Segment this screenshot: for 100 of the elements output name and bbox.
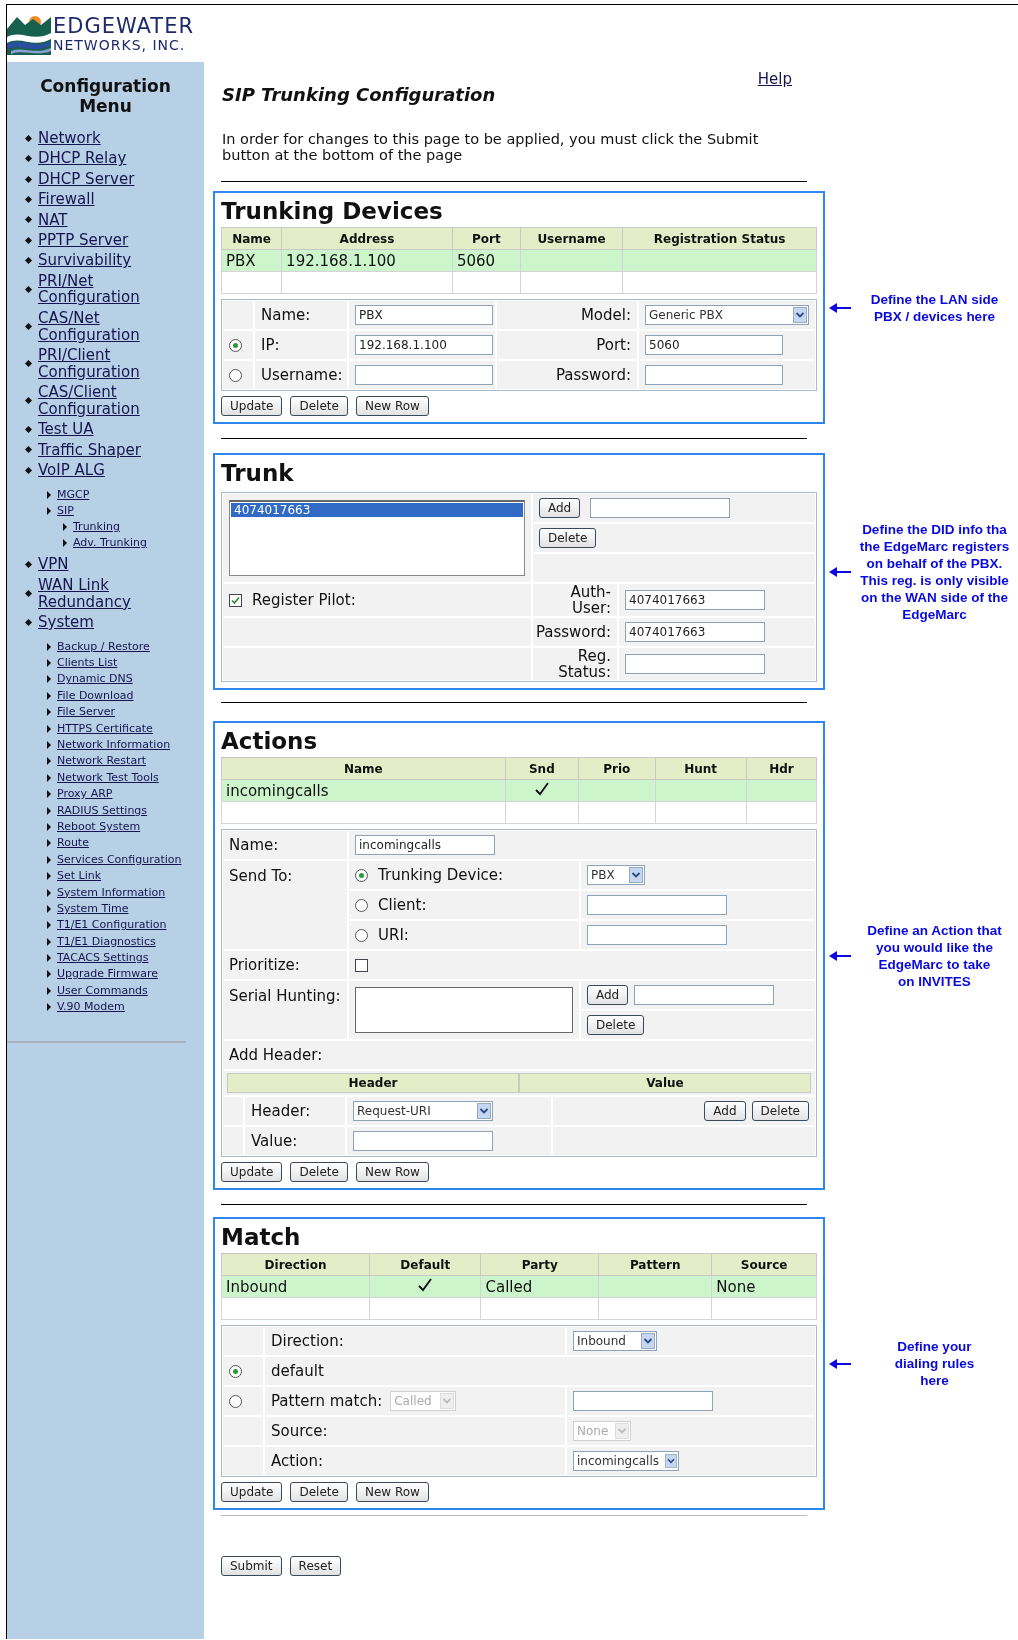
text-field[interactable] <box>590 498 731 518</box>
radio-button[interactable] <box>229 368 242 382</box>
menu-link[interactable]: Network Restart <box>57 754 146 769</box>
button[interactable]: Reset <box>289 1556 342 1576</box>
menu-link[interactable]: Proxy ARP <box>57 787 113 802</box>
button[interactable]: Delete <box>290 1162 348 1182</box>
button[interactable]: New Row <box>355 396 429 416</box>
menu-link[interactable]: Clients List <box>57 656 118 671</box>
menu-link[interactable]: VoIP ALG <box>38 461 105 479</box>
radio-button[interactable] <box>355 868 368 882</box>
checkbox[interactable] <box>229 593 242 607</box>
text-field[interactable]: PBX <box>355 305 493 325</box>
menu-link[interactable]: PRI/Net Configuration <box>38 272 178 307</box>
menu-link[interactable]: Test UA <box>38 421 94 438</box>
menu-link[interactable]: Backup / Restore <box>57 639 150 654</box>
button[interactable]: Update <box>221 1482 283 1502</box>
text-field[interactable] <box>634 985 775 1005</box>
button[interactable]: Update <box>221 396 283 416</box>
menu-link[interactable]: TACACS Settings <box>57 951 149 966</box>
table-row[interactable]: Inbound Called None <box>221 1275 817 1298</box>
menu-link[interactable]: System <box>38 613 94 631</box>
button[interactable]: New Row <box>355 1482 429 1502</box>
menu-link[interactable]: SIP <box>57 504 74 518</box>
dropdown[interactable]: Inbound <box>573 1331 657 1351</box>
button[interactable]: Update <box>221 1162 283 1182</box>
table-row[interactable]: PBX 192.168.1.100 5060 <box>221 249 817 272</box>
button[interactable]: Delete <box>751 1101 809 1121</box>
menu-link[interactable]: HTTPS Certificate <box>57 721 153 736</box>
radio-button[interactable] <box>355 898 368 912</box>
menu-link[interactable]: PPTP Server <box>38 231 129 249</box>
dropdown[interactable]: incomingcalls <box>573 1451 679 1471</box>
button[interactable]: Delete <box>587 1015 645 1035</box>
button[interactable]: Delete <box>290 1482 348 1502</box>
text-field[interactable] <box>353 1131 493 1151</box>
column-header: Pattern <box>598 1253 712 1276</box>
menu-link[interactable]: Survivability <box>38 252 132 270</box>
menu-link[interactable]: Adv. Trunking <box>73 536 147 551</box>
list-item[interactable]: 4074017663 <box>231 503 523 517</box>
text-field[interactable] <box>355 365 493 385</box>
dropdown[interactable]: Generic PBX <box>645 305 809 325</box>
menu-link[interactable]: File Server <box>57 705 115 720</box>
text-field[interactable]: incomingcalls <box>355 835 495 855</box>
bullet-icon <box>25 175 32 183</box>
dropdown[interactable]: Request-URI <box>353 1101 493 1121</box>
menu-link[interactable]: VPN <box>38 556 69 574</box>
text-field[interactable]: 192.168.1.100 <box>355 335 493 355</box>
text-field[interactable] <box>587 925 727 945</box>
menu-link[interactable]: PRI/Client Configuration <box>38 346 178 381</box>
radio-button[interactable] <box>229 338 242 352</box>
menu-link[interactable]: V.90 Modem <box>57 1000 125 1015</box>
button[interactable]: Submit <box>221 1556 282 1576</box>
menu-link[interactable]: WAN Link Redundancy <box>38 576 178 611</box>
text-field[interactable] <box>625 654 765 674</box>
menu-link[interactable]: Traffic Shaper <box>38 441 141 459</box>
menu-link[interactable]: Network <box>38 130 101 147</box>
text-field[interactable] <box>587 895 727 915</box>
menu-link[interactable]: System Information <box>57 885 166 900</box>
menu-link[interactable]: Set Link <box>57 869 102 884</box>
text-field[interactable]: 4074017663 <box>625 590 765 610</box>
menu-link[interactable]: Reboot System <box>57 819 141 834</box>
text-field[interactable]: 5060 <box>645 335 783 355</box>
menu-link[interactable]: User Commands <box>57 983 148 998</box>
number-list[interactable]: 4074017663 <box>229 500 525 576</box>
menu-link[interactable]: File Download <box>57 688 134 703</box>
menu-link[interactable]: T1/E1 Diagnostics <box>57 934 156 949</box>
caret-icon <box>477 1103 491 1119</box>
dropdown[interactable]: PBX <box>587 865 645 885</box>
menu-link[interactable]: NAT <box>38 211 68 229</box>
menu-link[interactable]: MGCP <box>57 487 90 502</box>
help-link[interactable]: Help <box>757 70 792 105</box>
button[interactable]: Delete <box>290 396 348 416</box>
menu-link[interactable]: Route <box>57 836 89 851</box>
checkbox[interactable] <box>355 958 368 972</box>
menu-link[interactable]: CAS/Client Configuration <box>38 384 178 418</box>
menu-link[interactable]: CAS/Net Configuration <box>38 309 178 344</box>
menu-link[interactable]: RADIUS Settings <box>57 803 148 818</box>
text-field[interactable] <box>645 365 783 385</box>
text-field[interactable]: 4074017663 <box>625 622 765 642</box>
button[interactable]: Add <box>539 498 581 518</box>
text-field[interactable] <box>573 1391 713 1411</box>
menu-link[interactable]: Network Information <box>57 738 171 752</box>
button[interactable]: Add <box>587 985 629 1005</box>
menu-link[interactable]: DHCP Relay <box>38 150 127 168</box>
menu-link[interactable]: Upgrade Firmware <box>57 967 158 982</box>
menu-link[interactable]: Dynamic DNS <box>57 672 133 687</box>
table-row[interactable]: incomingcalls <box>221 779 817 802</box>
menu-link[interactable]: Network Test Tools <box>57 770 159 785</box>
menu-link[interactable]: Trunking <box>73 520 120 534</box>
text-area[interactable] <box>355 987 573 1033</box>
radio-button[interactable] <box>355 928 368 942</box>
menu-link[interactable]: Firewall <box>38 191 95 208</box>
radio-button[interactable] <box>229 1364 242 1378</box>
button[interactable]: Delete <box>539 528 597 548</box>
menu-link[interactable]: DHCP Server <box>38 170 135 188</box>
menu-link[interactable]: Services Configuration <box>57 852 182 867</box>
button[interactable]: Add <box>704 1101 746 1121</box>
button[interactable]: New Row <box>355 1162 429 1182</box>
menu-link[interactable]: System Time <box>57 901 129 916</box>
menu-link[interactable]: T1/E1 Configuration <box>57 918 167 933</box>
field-label: Source: <box>265 1417 565 1445</box>
